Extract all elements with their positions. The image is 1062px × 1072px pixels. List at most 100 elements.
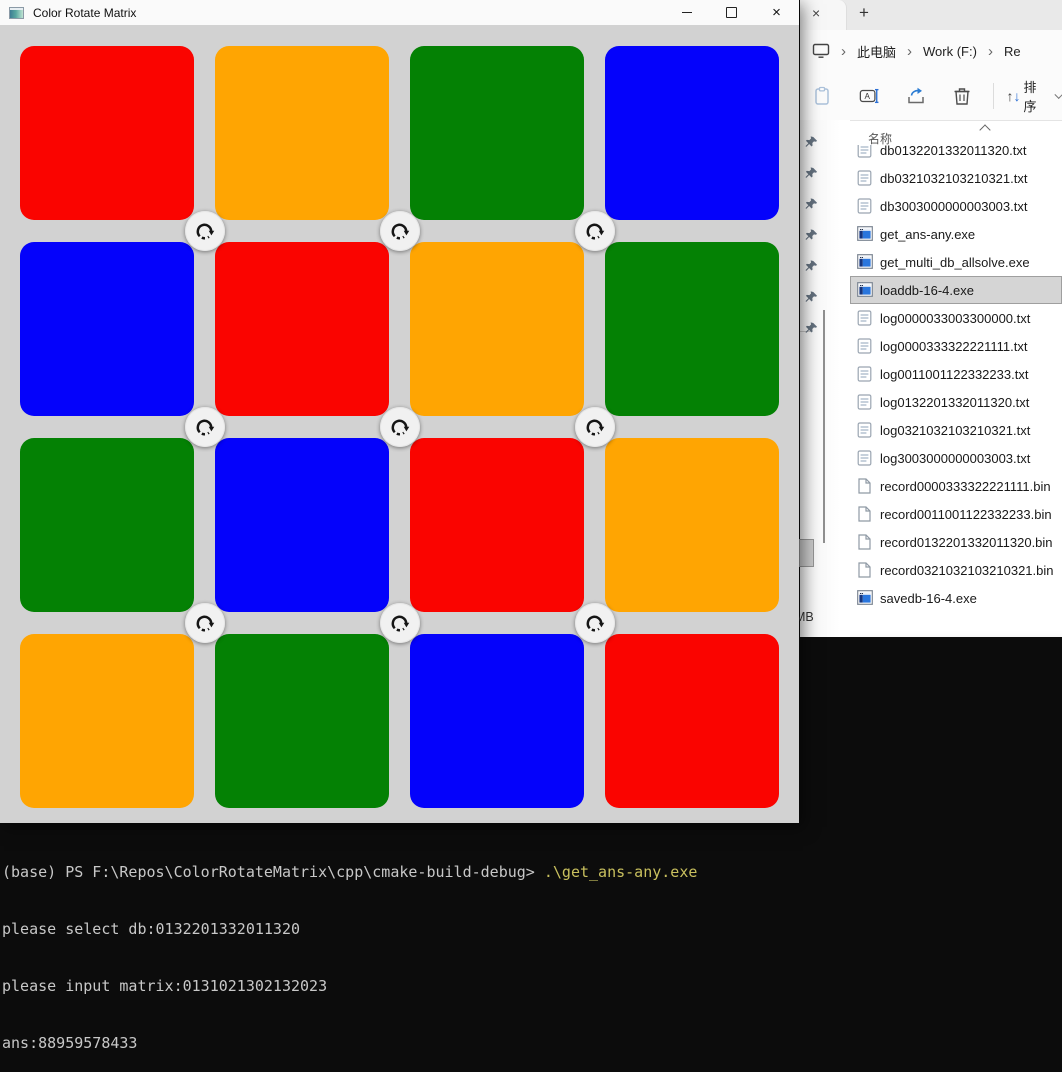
txt-file-icon [857, 198, 873, 214]
close-button[interactable]: × [754, 0, 799, 25]
tile-r2c0-green [20, 438, 194, 612]
file-row[interactable]: log0011001122332233.txt [850, 360, 1062, 388]
toolbar-separator [993, 83, 994, 109]
file-list: db0132201332011320.txt db032103210321032… [850, 145, 1062, 637]
minimize-button[interactable] [664, 0, 709, 25]
maximize-icon [726, 7, 737, 18]
file-row[interactable]: db0321032103210321.txt [850, 164, 1062, 192]
pinned-item-pin-icon [805, 136, 818, 149]
tile-r3c3-red [605, 634, 779, 808]
txt-file-icon [857, 145, 873, 158]
rotate-clockwise-icon [388, 416, 411, 439]
breadcrumb-item-folder[interactable]: Re [1004, 44, 1021, 59]
pinned-item-pin-icon [805, 229, 818, 242]
file-row[interactable]: record0321032103210321.bin [850, 556, 1062, 584]
txt-file-icon [857, 366, 873, 382]
rotate-clockwise-icon [388, 612, 411, 635]
rotate-button-r1c0[interactable] [185, 407, 225, 447]
file-row[interactable]: log3003000000003003.txt [850, 444, 1062, 472]
terminal-window[interactable]: (base) PS F:\Repos\ColorRotateMatrix\cpp… [2, 825, 697, 1072]
close-icon: × [772, 5, 781, 20]
terminal-prompt-line: (base) PS F:\Repos\ColorRotateMatrix\cpp… [2, 863, 697, 882]
file-row[interactable]: record0011001122332233.bin [850, 500, 1062, 528]
rotate-button-r0c2[interactable] [575, 211, 615, 251]
rotate-button-r2c1[interactable] [380, 603, 420, 643]
terminal-output-line: ans:88959578433 [2, 1034, 697, 1053]
rotate-button-r2c0[interactable] [185, 603, 225, 643]
tile-r2c1-blue [215, 438, 389, 612]
rotate-clockwise-icon [193, 220, 216, 243]
rotate-button-r1c1[interactable] [380, 407, 420, 447]
bin-file-icon [857, 506, 873, 522]
tile-r1c0-blue [20, 242, 194, 416]
sort-control[interactable]: ↑ ↓ 排序 [1007, 77, 1062, 115]
paste-icon[interactable] [813, 86, 832, 106]
file-row[interactable]: db0132201332011320.txt [850, 145, 1062, 164]
terminal-prompt: (base) PS F:\Repos\ColorRotateMatrix\cpp… [2, 863, 535, 881]
delete-icon[interactable] [953, 86, 972, 106]
tile-r1c2-orange [410, 242, 584, 416]
title-bar[interactable]: Color Rotate Matrix × [0, 0, 799, 25]
nav-scrollbar[interactable] [823, 310, 825, 543]
share-icon[interactable] [906, 86, 926, 106]
txt-file-icon [857, 450, 873, 466]
breadcrumb-item-drive[interactable]: Work (F:) [923, 44, 977, 59]
txt-file-icon [857, 310, 873, 326]
file-row[interactable]: savedb-16-4.exe [850, 584, 1062, 612]
explorer-tab-bar: × + [800, 0, 1062, 30]
pinned-item-pin-icon [805, 291, 818, 304]
bin-file-icon [857, 562, 873, 578]
nav-pane-edge: MB [800, 120, 850, 637]
file-explorer-window: × + › 此电脑 › Work (F:) › Re A ↑ ↓ 排序 [800, 0, 1062, 637]
rotate-button-r2c2[interactable] [575, 603, 615, 643]
rename-icon[interactable]: A [859, 86, 879, 106]
tile-r1c3-green [605, 242, 779, 416]
txt-file-icon [857, 170, 873, 186]
rotate-clockwise-icon [583, 416, 606, 439]
file-row[interactable]: log0000033003300000.txt [850, 304, 1062, 332]
exe-file-icon [857, 226, 873, 242]
rotate-clockwise-icon [193, 416, 216, 439]
tile-r2c3-orange [605, 438, 779, 612]
pinned-item-pin-icon [805, 322, 818, 335]
sort-label: 排序 [1024, 77, 1047, 115]
exe-file-icon [857, 282, 873, 298]
explorer-toolbar: A ↑ ↓ 排序 [800, 72, 1062, 121]
this-pc-icon[interactable] [812, 43, 830, 59]
tile-r0c0-red [20, 46, 194, 220]
file-row[interactable]: get_ans-any.exe [850, 220, 1062, 248]
tile-r2c2-red [410, 438, 584, 612]
pinned-item-pin-icon [805, 260, 818, 273]
new-tab-button[interactable]: + [853, 3, 875, 23]
rotate-button-r0c0[interactable] [185, 211, 225, 251]
app-icon [9, 7, 24, 19]
minimize-icon [682, 12, 692, 13]
tile-r3c2-blue [410, 634, 584, 808]
breadcrumb-item-this-pc[interactable]: 此电脑 [857, 42, 896, 61]
sort-arrow-down-icon: ↓ [1014, 88, 1021, 104]
file-row[interactable]: record0132201332011320.bin [850, 528, 1062, 556]
file-row[interactable]: log0132201332011320.txt [850, 388, 1062, 416]
window-title: Color Rotate Matrix [33, 6, 136, 20]
file-row[interactable]: log0321032103210321.txt [850, 416, 1062, 444]
maximize-button[interactable] [709, 0, 754, 25]
file-row[interactable]: get_multi_db_allsolve.exe [850, 248, 1062, 276]
terminal-command: .\get_ans-any.exe [535, 863, 698, 881]
txt-file-icon [857, 394, 873, 410]
file-row[interactable]: record0000333322221111.bin [850, 472, 1062, 500]
file-row[interactable]: log0000333322221111.txt [850, 332, 1062, 360]
explorer-active-tab[interactable]: × [800, 0, 847, 30]
bin-file-icon [857, 478, 873, 494]
tile-r0c3-blue [605, 46, 779, 220]
breadcrumb-chevron-icon: › [988, 44, 993, 59]
file-row[interactable]: loaddb-16-4.exe [850, 276, 1062, 304]
exe-file-icon [857, 254, 873, 270]
breadcrumb-chevron-icon: › [907, 44, 912, 59]
tab-close-icon[interactable]: × [812, 5, 820, 21]
rotate-button-r0c1[interactable] [380, 211, 420, 251]
app-content [0, 25, 799, 823]
nav-pane-fragment [799, 539, 814, 567]
rotate-button-r1c2[interactable] [575, 407, 615, 447]
file-row[interactable]: db3003000000003003.txt [850, 192, 1062, 220]
breadcrumb-chevron-icon: › [841, 44, 846, 59]
